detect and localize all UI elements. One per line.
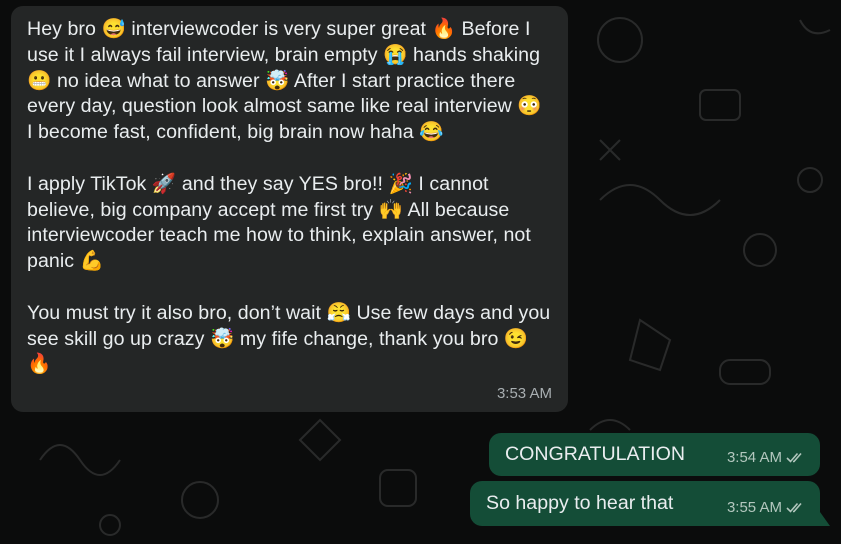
message-timestamp: 3:53 AM	[496, 385, 552, 402]
bubble-tail	[820, 512, 830, 526]
message-paragraph: You must try it also bro, don’t wait 😤 U…	[27, 301, 551, 376]
message-paragraph: I apply TikTok 🚀 and they say YES bro!! …	[27, 172, 531, 273]
outgoing-message-bubble[interactable]: So happy to hear that 3:55 AM	[470, 481, 830, 526]
double-check-icon	[786, 452, 802, 463]
message-text: So happy to hear that	[486, 492, 674, 514]
incoming-message-bubble[interactable]: Hey bro 😅 interviewcoder is very super g…	[11, 6, 568, 412]
message-meta: 3:55 AM	[727, 499, 806, 516]
message-meta: 3:54 AM	[727, 449, 806, 466]
message-timestamp: 3:54 AM	[726, 449, 782, 466]
message-paragraph: Hey bro 😅 interviewcoder is very super g…	[27, 18, 542, 144]
outgoing-message-bubble[interactable]: CONGRATULATION 3:54 AM	[489, 433, 820, 476]
double-check-icon	[786, 502, 802, 513]
message-timestamp: 3:55 AM	[726, 499, 782, 516]
message-text: CONGRATULATION	[505, 443, 685, 465]
